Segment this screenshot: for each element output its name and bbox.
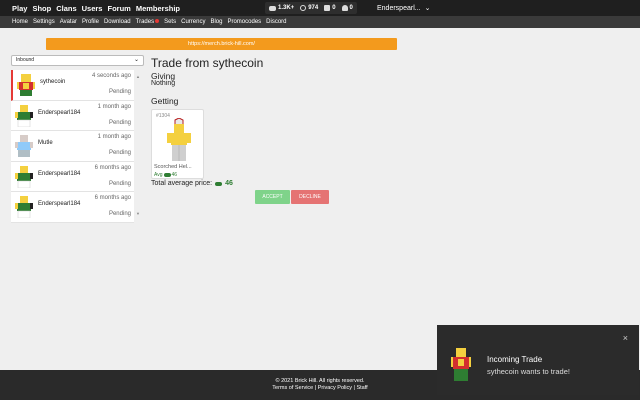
privacy-link[interactable]: Privacy Policy bbox=[318, 385, 352, 391]
bits-icon bbox=[215, 181, 223, 186]
item-average-price: Avg 46 bbox=[154, 172, 178, 178]
trade-status: Pending bbox=[108, 119, 131, 126]
item-name: Scorched Hel... bbox=[154, 164, 192, 170]
trade-time: 1 month ago bbox=[97, 134, 131, 140]
trade-list-item[interactable]: Enderspearl184 6 months ago Pending bbox=[11, 161, 134, 192]
nav-clans[interactable]: Clans bbox=[56, 4, 76, 13]
getting-heading: Getting bbox=[151, 96, 179, 106]
notification-badge bbox=[155, 19, 160, 23]
avatar bbox=[451, 348, 471, 381]
avatar bbox=[15, 135, 33, 157]
trade-user-name: sythecoin bbox=[40, 79, 66, 85]
currency-stats: 1.3K+ 974 0 0 bbox=[265, 2, 357, 14]
toast-message: sythecoin wants to trade! bbox=[487, 367, 570, 376]
trade-status: Pending bbox=[108, 211, 131, 217]
trade-status: Pending bbox=[108, 89, 131, 95]
username: Enderspearl... bbox=[377, 4, 421, 12]
nav-play[interactable]: Play bbox=[12, 4, 27, 13]
subnav-trades[interactable]: Trades bbox=[136, 19, 160, 25]
chevron-down-icon: ⌄ bbox=[133, 57, 139, 63]
bell-icon bbox=[341, 5, 348, 11]
staff-link[interactable]: Staff bbox=[356, 385, 367, 391]
trade-list: sythecoin 4 seconds ago Pending Enderspe… bbox=[11, 70, 134, 223]
trade-time: 4 seconds ago bbox=[91, 73, 131, 79]
trade-list-item[interactable]: sythecoin 4 seconds ago Pending bbox=[11, 70, 134, 101]
trade-user-name: Enderspearl184 bbox=[38, 109, 81, 116]
top-navbar: Play Shop Clans Users Forum Membership 1… bbox=[0, 0, 640, 16]
subnav-sets[interactable]: Sets bbox=[164, 19, 176, 25]
avatar bbox=[15, 165, 33, 188]
incoming-trade-toast[interactable]: × Incoming Trade sythecoin wants to trad… bbox=[437, 325, 639, 395]
close-icon[interactable]: × bbox=[623, 333, 628, 343]
bits-icon bbox=[300, 5, 307, 11]
messages-icon bbox=[324, 5, 331, 11]
messages-stat[interactable]: 0 bbox=[324, 5, 336, 11]
trade-time: 1 month ago bbox=[97, 103, 131, 110]
scroll-down-icon[interactable]: ▼ bbox=[136, 211, 140, 216]
subnav-discord[interactable]: Discord bbox=[266, 19, 286, 25]
item-thumbnail bbox=[167, 118, 191, 161]
bucks-stat[interactable]: 1.3K+ bbox=[269, 5, 294, 11]
subnav-home[interactable]: Home bbox=[12, 19, 28, 25]
trade-list-item[interactable]: Enderspearl184 1 month ago Pending bbox=[11, 100, 134, 131]
item-card[interactable]: #1304 Scorched Hel... Avg 46 bbox=[151, 109, 204, 179]
subnav-currency[interactable]: Currency bbox=[181, 19, 205, 25]
terms-link[interactable]: Terms of Service bbox=[272, 385, 313, 391]
avatar bbox=[17, 74, 35, 96]
sub-navbar: Home Settings Avatar Profile Download Tr… bbox=[0, 16, 640, 28]
total-average-price: Total average price: 46 bbox=[151, 180, 233, 187]
user-menu[interactable]: Enderspearl... ⌄ bbox=[377, 2, 435, 14]
scroll-up-icon[interactable]: ▲ bbox=[136, 74, 140, 79]
trade-user-name: Enderspearl184 bbox=[38, 201, 81, 207]
decline-button[interactable]: DECLINE bbox=[291, 190, 329, 204]
subnav-avatar[interactable]: Avatar bbox=[60, 19, 77, 25]
bits-stat[interactable]: 974 bbox=[300, 5, 318, 11]
subnav-promocodes[interactable]: Promocodes bbox=[227, 19, 261, 25]
trade-filter-select[interactable]: Inbound ⌄ bbox=[11, 55, 144, 66]
toast-title: Incoming Trade bbox=[487, 355, 543, 364]
trade-title: Trade from sythecoin bbox=[151, 56, 264, 70]
giving-value: Nothing bbox=[151, 80, 176, 87]
notifications-stat[interactable]: 0 bbox=[341, 5, 353, 11]
trade-user-name: Enderspearl184 bbox=[38, 170, 81, 177]
trade-list-item[interactable]: Mutle 1 month ago Pending bbox=[11, 131, 134, 162]
bits-icon bbox=[163, 173, 171, 177]
accept-button[interactable]: ACCEPT bbox=[255, 190, 290, 204]
main-nav: Play Shop Clans Users Forum Membership bbox=[12, 4, 180, 13]
nav-membership[interactable]: Membership bbox=[136, 4, 180, 13]
avatar bbox=[15, 196, 33, 218]
trade-status: Pending bbox=[108, 180, 131, 187]
subnav-download[interactable]: Download bbox=[104, 19, 131, 25]
trade-list-item[interactable]: Enderspearl184 6 months ago Pending bbox=[11, 192, 134, 223]
trade-user-name: Mutle bbox=[38, 140, 53, 146]
bucks-icon bbox=[269, 5, 276, 11]
subnav-blog[interactable]: Blog bbox=[210, 19, 222, 25]
avatar bbox=[15, 104, 33, 127]
trade-time: 6 months ago bbox=[94, 164, 131, 171]
subnav-profile[interactable]: Profile bbox=[82, 19, 99, 25]
nav-forum[interactable]: Forum bbox=[107, 4, 130, 13]
trade-time: 6 months ago bbox=[94, 195, 131, 201]
subnav-settings[interactable]: Settings bbox=[33, 19, 55, 25]
trade-status: Pending bbox=[108, 150, 131, 156]
nav-users[interactable]: Users bbox=[82, 4, 103, 13]
chevron-down-icon: ⌄ bbox=[424, 5, 431, 12]
merch-banner[interactable]: https://merch.brick-hill.com/ bbox=[46, 38, 397, 50]
nav-shop[interactable]: Shop bbox=[32, 4, 51, 13]
